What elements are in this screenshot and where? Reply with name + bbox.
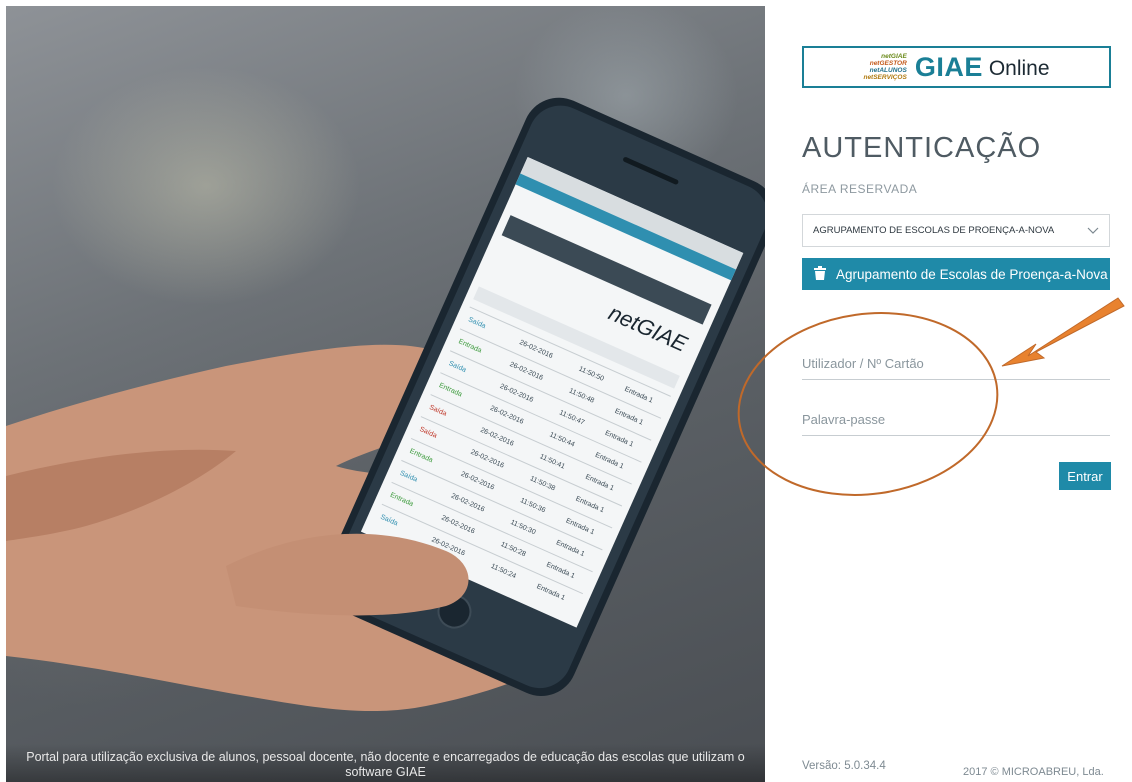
phone-in-hand-illustration: netGIAE Saída26-02-201611:50:50Entrada 1… [6,97,765,712]
giae-online-logo: netGIAE netGESTOR netALUNOS netSERVIÇOS … [802,46,1111,88]
school-select[interactable]: AGRUPAMENTO DE ESCOLAS DE PROENÇA-A-NOVA [802,214,1110,247]
logo-line: netALUNOS [869,67,907,74]
logo-line: netGIAE [881,53,907,60]
chevron-down-icon [1087,224,1099,238]
logo-suffix: Online [988,56,1050,80]
logo-brand: GIAE [914,51,983,82]
page-subtitle: ÁREA RESERVADA [802,182,918,196]
version-text: Versão: 5.0.34.4 [802,760,886,772]
username-field[interactable] [802,352,1110,380]
trash-icon [814,265,826,283]
login-button[interactable]: Entrar [1059,462,1111,490]
page-title: AUTENTICAÇÃO [802,132,1042,164]
logo-line: netSERVIÇOS [863,74,907,81]
login-panel: netGIAE netGESTOR netALUNOS netSERVIÇOS … [765,6,1132,782]
hero-caption: Portal para utilização exclusiva de alun… [6,744,765,782]
school-button[interactable]: Agrupamento de Escolas de Proença-a-Nova [802,258,1110,290]
school-select-value: AGRUPAMENTO DE ESCOLAS DE PROENÇA-A-NOVA [813,225,1055,236]
logo-product-lines: netGIAE netGESTOR netALUNOS netSERVIÇOS [863,53,906,81]
school-button-label: Agrupamento de Escolas de Proença-a-Nova [836,266,1108,282]
hero-image: netGIAE Saída 26-02-2016 11:50:50 Entrada 1… [6,6,765,782]
logo-line: netGESTOR [869,60,907,67]
login-page: netGIAE Saída 26-02-2016 11:50:50 Entrada 1… [6,6,1132,782]
password-field[interactable] [802,408,1110,436]
copyright-text: 2017 © MICROABREU, Lda. [963,766,1104,778]
